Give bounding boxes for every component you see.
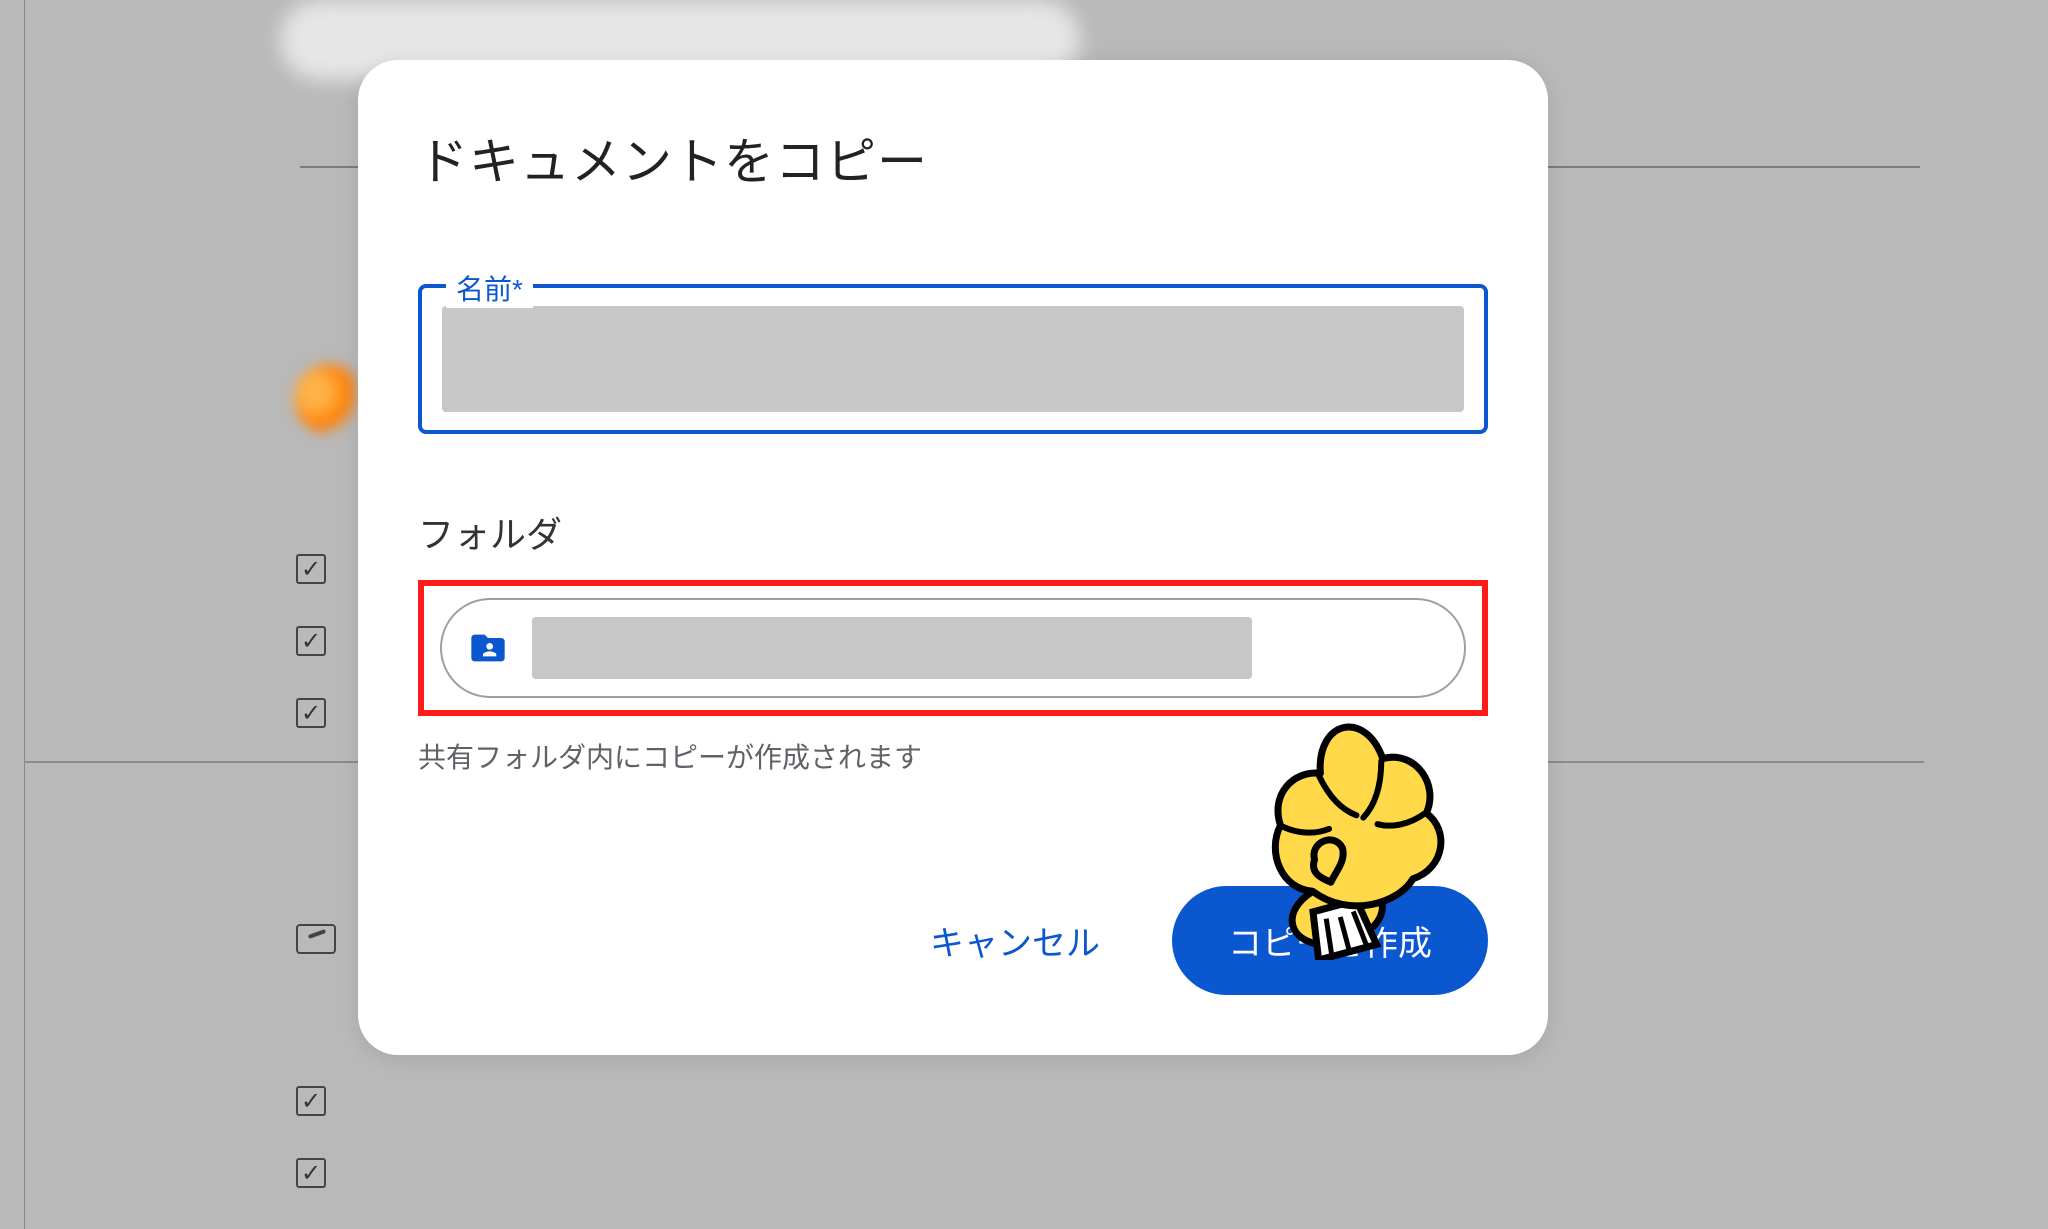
folder-section-label: フォルダ [418,506,1488,558]
copy-document-dialog: ドキュメントをコピー 名前* フォルダ 共有フォルダ内にコピーが作成されます キ… [358,60,1548,1055]
name-label-text: 名前 [456,274,512,305]
name-field[interactable]: 名前* [418,284,1488,434]
checkbox-icon [296,1086,326,1116]
checkbox-icon [296,554,326,584]
shared-folder-icon [468,628,508,668]
create-copy-button[interactable]: コピーを作成 [1172,886,1488,995]
cancel-button[interactable]: キャンセル [906,896,1124,985]
background-column-rule [24,0,25,1229]
folder-selector[interactable] [440,598,1466,698]
pencil-box-icon [296,924,336,954]
name-field-label: 名前* [446,268,533,308]
dialog-title: ドキュメントをコピー [418,122,1488,194]
checkbox-icon [296,626,326,656]
dialog-actions: キャンセル コピーを作成 [418,886,1488,995]
checkbox-icon [296,1158,326,1188]
required-asterisk: * [512,274,523,305]
blurred-avatar [294,364,364,434]
folder-helper-text: 共有フォルダ内にコピーが作成されます [418,736,1488,776]
folder-value-redacted [532,617,1252,679]
checkbox-icon [296,698,326,728]
name-input[interactable] [442,306,1464,412]
annotation-highlight-box [418,580,1488,716]
